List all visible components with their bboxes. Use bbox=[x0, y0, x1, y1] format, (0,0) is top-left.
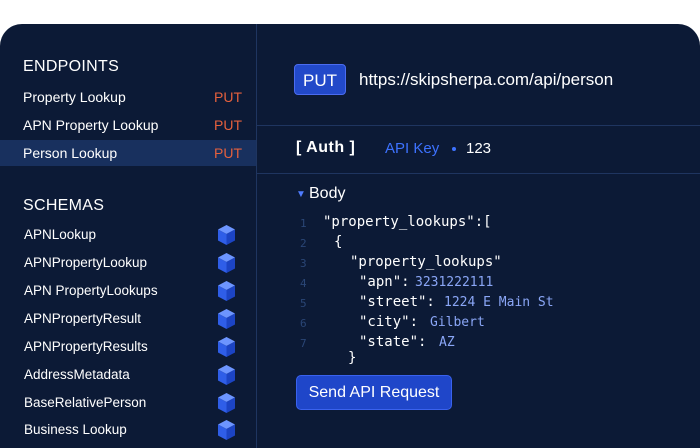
endpoint-label: Property Lookup bbox=[23, 89, 126, 105]
schema-label: Business Lookup bbox=[24, 422, 127, 437]
code-value: AZ bbox=[439, 335, 455, 350]
body-section-label: Body bbox=[309, 185, 346, 202]
code-line: 4 "apn": 3231222111 bbox=[300, 274, 700, 294]
method-badge: PUT bbox=[214, 89, 242, 105]
sidebar: ENDPOINTS Property Lookup PUT APN Proper… bbox=[0, 24, 256, 448]
schema-label: APNLookup bbox=[24, 227, 97, 242]
code-key: "street": bbox=[359, 294, 435, 310]
code-key: "state": bbox=[359, 334, 427, 350]
code-line: 2 { bbox=[300, 234, 700, 254]
api-key-value[interactable]: 123 bbox=[466, 140, 491, 157]
code-value: 1224 E Main St bbox=[444, 295, 554, 310]
request-url[interactable]: https://skipsherpa.com/api/person bbox=[359, 70, 613, 90]
cube-icon bbox=[218, 337, 235, 357]
endpoints-heading: ENDPOINTS bbox=[23, 58, 120, 75]
cube-icon bbox=[218, 420, 235, 440]
line-number: 7 bbox=[300, 337, 307, 350]
schemas-heading: SCHEMAS bbox=[23, 197, 105, 214]
schema-label: APNPropertyResult bbox=[24, 311, 142, 326]
schema-label: APNPropertyResults bbox=[24, 339, 148, 354]
auth-tab[interactable]: [ Auth ] bbox=[296, 139, 355, 157]
schema-label: APNPropertyLookup bbox=[24, 255, 148, 270]
endpoint-apn-property-lookup[interactable]: APN Property Lookup PUT bbox=[0, 112, 256, 138]
line-number: 4 bbox=[300, 277, 307, 290]
api-key-label: API Key bbox=[385, 140, 440, 157]
auth-divider bbox=[257, 173, 700, 174]
schema-item-business-lookup[interactable]: Business Lookup bbox=[0, 417, 256, 443]
cube-icon bbox=[218, 253, 235, 273]
endpoint-label: APN Property Lookup bbox=[23, 117, 159, 133]
endpoint-person-lookup[interactable]: Person Lookup PUT bbox=[0, 140, 256, 166]
schema-label: AddressMetadata bbox=[24, 367, 130, 382]
code-line: 3 "property_lookups" bbox=[300, 254, 700, 274]
code-key: "apn": bbox=[359, 274, 410, 290]
line-number: 3 bbox=[300, 257, 307, 270]
code-key: } bbox=[348, 350, 357, 366]
cube-icon bbox=[218, 393, 235, 413]
schema-label: BaseRelativePerson bbox=[24, 395, 147, 410]
line-number: 2 bbox=[300, 237, 307, 250]
separator-dot bbox=[452, 147, 456, 151]
schema-label: APN PropertyLookups bbox=[24, 283, 158, 298]
code-line: 5 "street": 1224 E Main St bbox=[300, 294, 700, 314]
code-key: "property_lookups" bbox=[350, 254, 502, 270]
schema-item-baserelativeperson[interactable]: BaseRelativePerson bbox=[0, 390, 256, 416]
endpoint-label: Person Lookup bbox=[23, 145, 118, 161]
line-number: 5 bbox=[300, 297, 307, 310]
schema-item-apnlookup[interactable]: APNLookup bbox=[0, 222, 256, 248]
api-explorer-panel: ENDPOINTS Property Lookup PUT APN Proper… bbox=[0, 24, 700, 448]
cube-icon bbox=[218, 309, 235, 329]
url-divider bbox=[257, 125, 700, 126]
line-number: 6 bbox=[300, 317, 307, 330]
schema-item-apnpropertylookup[interactable]: APNPropertyLookup bbox=[0, 250, 256, 276]
cube-icon bbox=[218, 365, 235, 385]
endpoint-property-lookup[interactable]: Property Lookup PUT bbox=[0, 84, 256, 110]
code-key: "city": bbox=[359, 314, 419, 330]
schema-item-apnpropertyresults[interactable]: APNPropertyResults bbox=[0, 334, 256, 360]
send-api-request-button[interactable]: Send API Request bbox=[296, 375, 452, 410]
method-button[interactable]: PUT bbox=[294, 64, 346, 95]
schema-item-apnpropertyresult[interactable]: APNPropertyResult bbox=[0, 306, 256, 332]
sidebar-divider bbox=[256, 24, 257, 448]
method-badge: PUT bbox=[214, 145, 242, 161]
line-number: 1 bbox=[300, 217, 307, 230]
code-value: Gilbert bbox=[430, 315, 485, 330]
cube-icon bbox=[218, 225, 235, 245]
cube-icon bbox=[218, 281, 235, 301]
schema-item-addressmetadata[interactable]: AddressMetadata bbox=[0, 362, 256, 388]
code-value: 3231222111 bbox=[415, 275, 494, 290]
collapse-triangle-icon[interactable]: ▼ bbox=[296, 189, 306, 200]
code-line: 1 "property_lookups":[ bbox=[300, 214, 700, 234]
code-line: 6 "city": Gilbert bbox=[300, 314, 700, 334]
code-key: { bbox=[334, 234, 343, 250]
schema-item-apn-propertylookups[interactable]: APN PropertyLookups bbox=[0, 278, 256, 304]
code-key: "property_lookups":[ bbox=[323, 214, 492, 230]
method-badge: PUT bbox=[214, 117, 242, 133]
code-line: } bbox=[300, 350, 700, 370]
